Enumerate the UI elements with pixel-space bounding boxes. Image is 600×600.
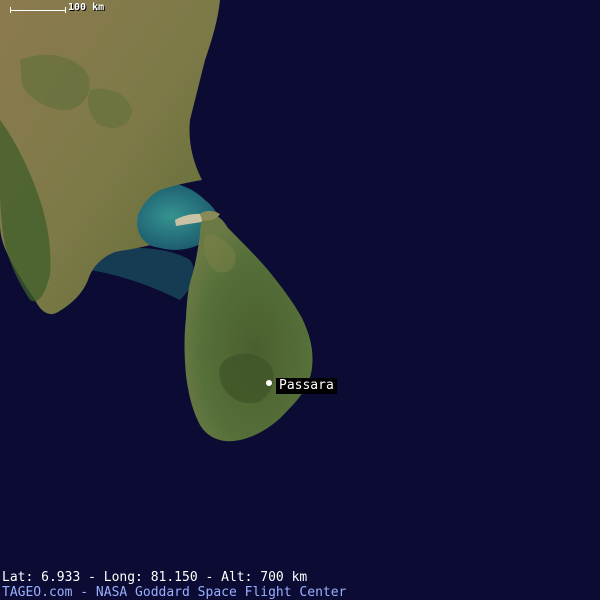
credit-text: TAGEO.com - NASA Goddard Space Flight Ce… (2, 585, 347, 600)
location-marker-dot[interactable] (266, 380, 272, 386)
satellite-terrain (0, 0, 600, 600)
location-label[interactable]: Passara (276, 378, 337, 394)
scale-label: 100 km (68, 2, 105, 13)
coordinates-readout: Lat: 6.933 - Long: 81.150 - Alt: 700 km (2, 570, 308, 585)
map-view[interactable]: 100 km Passara Lat: 6.933 - Long: 81.150… (0, 0, 600, 600)
scale-line (10, 10, 65, 11)
scale-tick-right (65, 7, 66, 13)
